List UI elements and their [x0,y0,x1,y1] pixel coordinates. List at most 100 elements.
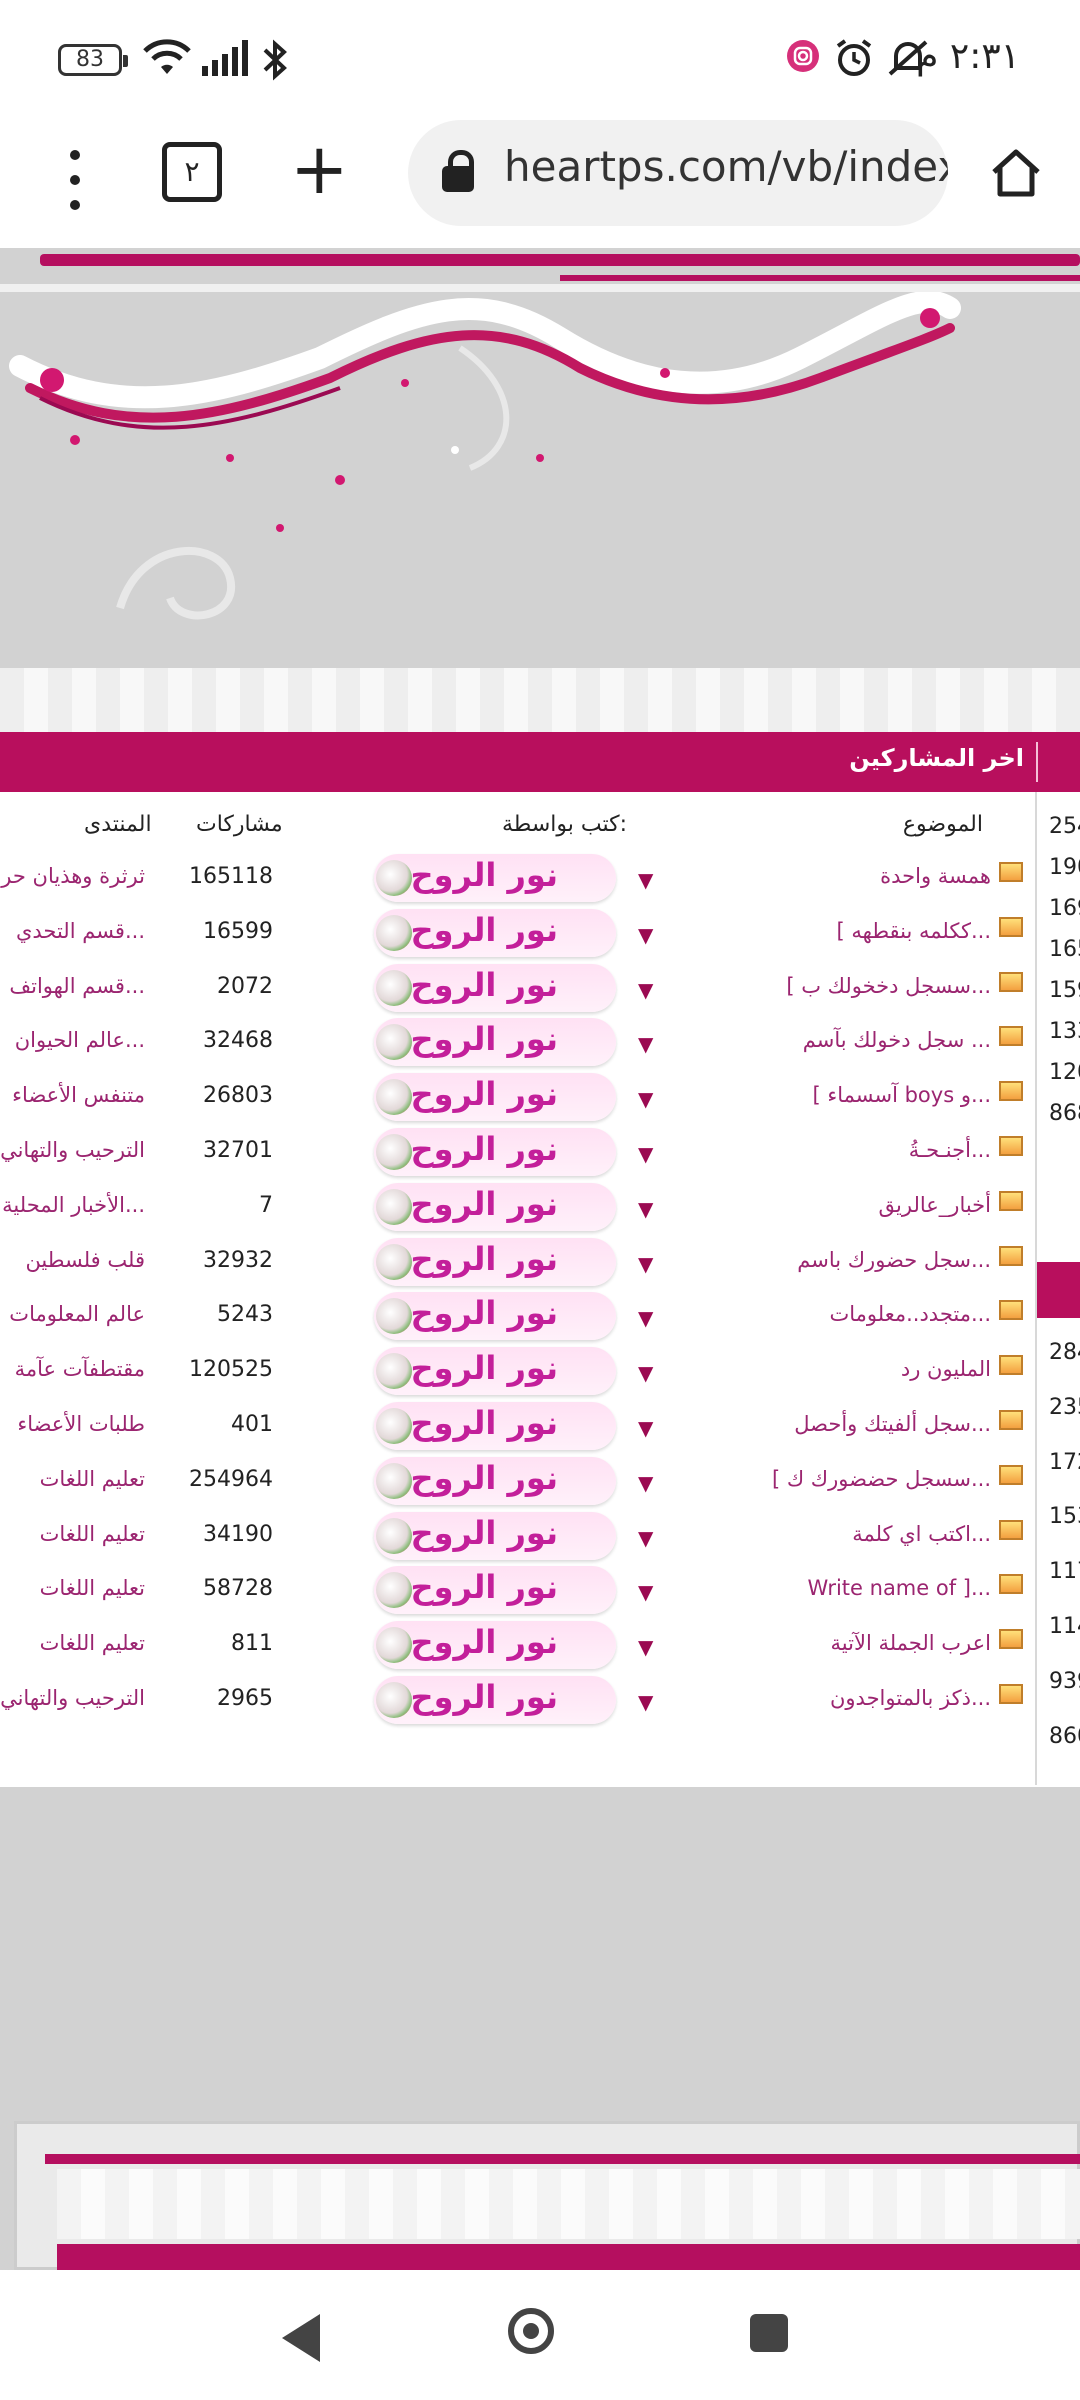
forum-link[interactable]: مقتطفآت عآمة [15,1357,145,1381]
topic-link[interactable]: [ سسجل حضضورك ك... [772,1467,991,1491]
tab-switcher-button[interactable]: ٢ [162,142,222,202]
folder-icon [999,1519,1023,1540]
dropdown-arrow-icon[interactable]: ▼ [638,868,653,892]
system-nav-bar [0,2270,1080,2400]
side-stats-column: 254 190 169 165 159 133 120 868 284 235 172 153 117… [1037,792,1080,1785]
folder-icon [999,1629,1023,1650]
dropdown-arrow-icon[interactable]: ▼ [638,1416,653,1440]
topic-link[interactable]: همسة واحدة [880,864,991,888]
folder-icon [999,1355,1023,1376]
avatar [376,1188,412,1225]
column-header-posts: مشاركات [196,812,283,837]
forum-link[interactable]: طلبات الأعضاء [17,1412,145,1436]
avatar [376,1517,412,1554]
author-badge[interactable]: نور الروح [374,1456,616,1505]
home-nav-icon[interactable] [508,2308,554,2354]
folder-icon [999,1026,1023,1047]
author-name: نور الروح [410,1020,558,1059]
topic-link[interactable]: سجل ألفيتك وأحصل... [794,1412,991,1436]
forum-link[interactable]: تعليم اللغات [40,1522,145,1546]
table-row: المليون رد ▼ نور الروح 120525 مقتطفآت عآمة [0,1343,1035,1398]
topic-link[interactable]: متجدد..معلومات... [830,1302,992,1326]
back-icon[interactable] [282,2314,320,2362]
dropdown-arrow-icon[interactable]: ▼ [638,1635,653,1659]
author-badge[interactable]: نور الروح [374,1073,616,1122]
topic-link[interactable]: المليون رد [901,1357,991,1381]
topic-link[interactable]: أخبار_عالريق [879,1193,991,1217]
forum-link[interactable]: قلب فلسطين [25,1248,145,1272]
topic-link[interactable]: [ ككلمه بنقطهه... [837,919,992,943]
forum-link[interactable]: قسم التحدي... [16,919,145,943]
author-badge[interactable]: نور الروح [374,1621,616,1670]
post-count: 16599 [203,918,273,944]
table-row: أخبار_عالريق ▼ نور الروح 7 الأخبار المحلية..… [0,1179,1035,1234]
dropdown-arrow-icon[interactable]: ▼ [638,1142,653,1166]
author-badge[interactable]: نور الروح [374,1292,616,1341]
author-name: نور الروح [410,856,558,894]
author-badge[interactable]: نور الروح [374,1018,616,1067]
status-bar: 83 ٢:٣١ م [0,0,1080,120]
table-row: [ آسسماء boys و... ▼ نور الروح 26803 متنفس ا… [0,1069,1035,1124]
author-badge[interactable]: نور الروح [374,1237,616,1286]
forum-link[interactable]: الترحيب والتهاني [0,1138,145,1162]
dropdown-arrow-icon[interactable]: ▼ [638,1526,653,1550]
author-badge[interactable]: نور الروح [374,908,616,957]
alarm-icon [834,38,874,87]
author-badge[interactable]: نور الروح [374,1676,616,1724]
forum-link[interactable]: تعليم اللغات [40,1576,145,1600]
forum-link[interactable]: تعليم اللغات [40,1631,145,1655]
dropdown-arrow-icon[interactable]: ▼ [638,1580,653,1604]
topic-link[interactable]: [ آسسماء boys و... [812,1083,991,1107]
author-badge[interactable]: نور الروح [374,1511,616,1560]
forum-link[interactable]: الأخبار المحلية... [2,1193,145,1217]
author-badge[interactable]: نور الروح [374,1566,616,1615]
dropdown-arrow-icon[interactable]: ▼ [638,1306,653,1330]
author-name: نور الروح [410,910,558,949]
topic-link[interactable]: اعرب الجملة الآتية [831,1631,991,1655]
recent-apps-icon[interactable] [750,2314,788,2352]
author-badge[interactable]: نور الروح [374,1128,616,1176]
new-tab-icon[interactable]: + [290,134,349,204]
forum-link[interactable]: متنفس الأعضاء [12,1083,145,1107]
forum-link[interactable]: قسم الهواتف... [9,974,145,998]
author-name: نور الروح [410,1239,558,1278]
avatar [376,969,412,1006]
dropdown-arrow-icon[interactable]: ▼ [638,1252,653,1276]
clock: ٢:٣١ م [916,36,1020,77]
forum-link[interactable]: عالم الحيوان... [15,1028,145,1052]
dropdown-arrow-icon[interactable]: ▼ [638,1032,653,1056]
author-badge[interactable]: نور الروح [374,963,616,1012]
author-badge[interactable]: نور الروح [374,1402,616,1450]
home-icon[interactable] [988,144,1044,200]
avatar [376,1408,412,1444]
forum-link[interactable]: الترحيب والتهاني [0,1686,145,1710]
avatar [376,1627,412,1664]
address-bar[interactable]: heartps.com/vb/index [408,120,948,226]
topic-link[interactable]: سجل دخولك بآسم ... [803,1028,991,1052]
forum-banner [0,248,1080,668]
topic-link[interactable]: سجل حضورك باسم... [797,1248,991,1272]
dropdown-arrow-icon[interactable]: ▼ [638,923,653,947]
dropdown-arrow-icon[interactable]: ▼ [638,1690,653,1714]
forum-link[interactable]: ثرثرة وهذيان حر [1,864,145,888]
dropdown-arrow-icon[interactable]: ▼ [638,978,653,1002]
side-stat-number: 169 [1049,896,1080,921]
dropdown-arrow-icon[interactable]: ▼ [638,1197,653,1221]
avatar [376,1134,412,1170]
dropdown-arrow-icon[interactable]: ▼ [638,1361,653,1385]
topic-link[interactable]: اكتب اي كلمة... [852,1522,991,1546]
topic-link[interactable]: [ سسجل دخخولك ب... [786,974,991,998]
author-badge[interactable]: نور الروح [374,854,616,902]
topic-link[interactable]: ذكز بالمتواجدون... [830,1686,991,1710]
author-badge[interactable]: نور الروح [374,1182,616,1231]
forum-link[interactable]: تعليم اللغات [40,1467,145,1491]
topic-link[interactable]: Write name of ]... [808,1576,991,1600]
topic-link[interactable]: أجنـحـةُ... [909,1138,991,1162]
folder-icon [999,916,1023,937]
author-badge[interactable]: نور الروح [374,1347,616,1396]
lock-icon [442,150,474,192]
dropdown-arrow-icon[interactable]: ▼ [638,1471,653,1495]
dropdown-arrow-icon[interactable]: ▼ [638,1087,653,1111]
more-options-icon[interactable] [60,150,90,210]
forum-link[interactable]: عالم المعلومات [9,1302,145,1326]
